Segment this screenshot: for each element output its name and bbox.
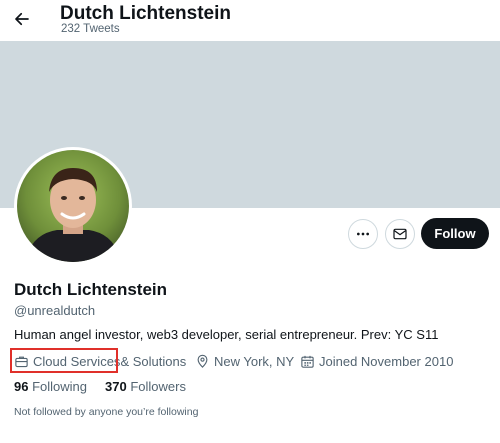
follow-button[interactable]: Follow	[421, 218, 489, 249]
profile-name: Dutch Lichtenstein	[14, 280, 168, 299]
highlight-box	[10, 348, 118, 373]
followers-count: 370	[105, 379, 127, 394]
calendar-icon	[301, 355, 314, 368]
back-button[interactable]	[6, 3, 38, 35]
following-link[interactable]: 96 Following	[14, 379, 87, 394]
location-pin-icon	[197, 354, 208, 368]
arrow-left-icon	[15, 12, 29, 26]
followers-label: Followers	[130, 379, 186, 394]
category-label-part2: & Solutions	[120, 353, 187, 369]
following-label: Following	[32, 379, 88, 394]
avatar-photo	[17, 150, 129, 262]
avatar[interactable]	[14, 147, 132, 265]
page-title: Dutch Lichtenstein	[60, 3, 232, 24]
follow-stats: 96 Following 370 Followers	[14, 379, 204, 394]
envelope-icon	[393, 228, 407, 240]
following-count: 96	[14, 379, 29, 394]
joined-item: Joined November 2010	[300, 351, 453, 371]
joined-label: Joined November 2010	[319, 353, 454, 369]
profile-bio: Human angel investor, web3 developer, se…	[14, 327, 439, 342]
location-item: New York, NY	[195, 351, 294, 371]
profile-handle: @unrealdutch	[14, 303, 96, 318]
more-options-button[interactable]	[348, 219, 378, 249]
location-label: New York, NY	[214, 353, 295, 369]
more-horizontal-icon	[357, 232, 369, 236]
tweet-count: 232 Tweets	[61, 23, 120, 35]
category-item: Cloud Services & Solutions	[10, 348, 187, 373]
message-button[interactable]	[385, 219, 415, 249]
followers-link[interactable]: 370 Followers	[105, 379, 186, 394]
top-bar: Dutch Lichtenstein 232 Tweets	[0, 0, 500, 41]
followed-by-note: Not followed by anyone you’re following	[14, 406, 199, 418]
